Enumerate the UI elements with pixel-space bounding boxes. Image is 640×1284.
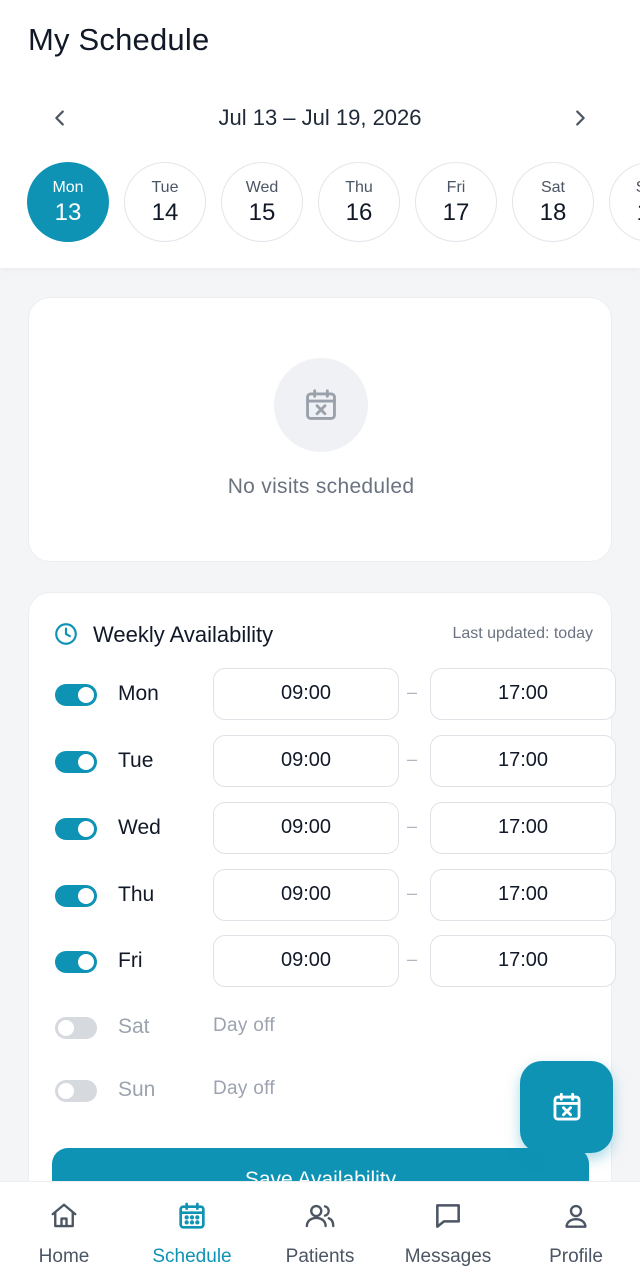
day-pill-number: 15	[248, 199, 276, 226]
availability-toggle-wed[interactable]	[55, 818, 97, 840]
availability-day-label: Thu	[118, 883, 155, 906]
availability-toggle-mon[interactable]	[55, 684, 97, 706]
availability-row-fri: Fri 09:00 – 17:00	[55, 935, 616, 987]
start-time-field-mon[interactable]: 09:00	[213, 668, 399, 720]
availability-toggle-thu[interactable]	[55, 885, 97, 907]
calendar-x-icon	[553, 1092, 580, 1121]
day-pill-number: 16	[345, 199, 373, 226]
nav-label: Messages	[404, 1246, 492, 1267]
day-pill-mon[interactable]: Mon 13	[27, 162, 109, 242]
end-time-field-wed[interactable]: 17:00	[430, 802, 616, 854]
visits-empty-card: No visits scheduled	[28, 297, 612, 562]
start-time-field-tue[interactable]: 09:00	[213, 735, 399, 787]
day-pill-thu[interactable]: Thu 16	[318, 162, 400, 242]
nav-messages[interactable]: Messages	[384, 1198, 512, 1268]
nav-profile[interactable]: Profile	[512, 1198, 640, 1268]
profile-icon	[565, 1204, 587, 1228]
availability-day-label: Sun	[118, 1078, 156, 1101]
end-time-field-thu[interactable]: 17:00	[430, 869, 616, 921]
start-time-field-fri[interactable]: 09:00	[213, 935, 399, 987]
bottom-navigation: Home Schedule Patients Messages Profile	[0, 1181, 640, 1284]
day-pill-name: Mon	[52, 179, 84, 196]
toggle-knob	[78, 687, 94, 703]
start-time-field-thu[interactable]: 09:00	[213, 869, 399, 921]
day-pill-name: Wed	[245, 179, 279, 196]
nav-schedule[interactable]: Schedule	[128, 1198, 256, 1268]
week-range-label: Jul 13 – Jul 19, 2026	[218, 105, 422, 130]
toggle-knob	[78, 821, 94, 837]
nav-home[interactable]: Home	[0, 1198, 128, 1268]
availability-toggle-tue[interactable]	[55, 751, 97, 773]
time-separator: –	[407, 816, 418, 836]
day-pill-tue[interactable]: Tue 14	[124, 162, 206, 242]
time-separator: –	[407, 883, 418, 903]
availability-row-wed: Wed 09:00 – 17:00	[55, 802, 616, 854]
last-updated-label: Last updated: today	[452, 625, 593, 642]
availability-day-label: Sat	[118, 1015, 150, 1038]
availability-row-sat: Sat Day off	[55, 1001, 595, 1053]
users-icon	[305, 1204, 335, 1228]
toggle-knob	[78, 888, 94, 904]
day-pill-number: 18	[539, 199, 567, 226]
nav-label: Patients	[285, 1246, 355, 1267]
availability-row-tue: Tue 09:00 – 17:00	[55, 735, 616, 787]
day-off-label: Day off	[213, 1015, 275, 1036]
day-pill-name: Thu	[345, 179, 373, 196]
toggle-knob	[58, 1020, 74, 1036]
availability-header: Weekly Availability Last updated: today	[53, 621, 593, 649]
availability-toggle-fri[interactable]	[55, 951, 97, 973]
page-title: My Schedule	[28, 22, 210, 57]
availability-row-thu: Thu 09:00 – 17:00	[55, 869, 616, 921]
day-pill-sat[interactable]: Sat 18	[512, 162, 594, 242]
availability-day-label: Fri	[118, 949, 143, 972]
nav-label: Home	[38, 1246, 90, 1267]
end-time-field-mon[interactable]: 17:00	[430, 668, 616, 720]
schedule-fab-button[interactable]	[520, 1061, 613, 1153]
time-separator: –	[407, 682, 418, 702]
availability-row-sun: Sun Day off	[55, 1064, 595, 1116]
calendar-x-icon	[306, 389, 336, 420]
day-pill-wed[interactable]: Wed 15	[221, 162, 303, 242]
day-pill-sun[interactable]: Sun 19	[609, 162, 640, 242]
availability-toggle-sat[interactable]	[55, 1017, 97, 1039]
day-pill-name: Sat	[540, 179, 565, 196]
day-pill-number: 13	[54, 199, 82, 226]
toggle-knob	[58, 1083, 74, 1099]
availability-day-label: Wed	[118, 816, 161, 839]
home-icon	[51, 1203, 77, 1228]
start-time-field-wed[interactable]: 09:00	[213, 802, 399, 854]
message-icon	[436, 1204, 460, 1228]
day-pill-number: 19	[610, 199, 640, 227]
time-separator: –	[407, 949, 418, 969]
nav-label: Schedule	[152, 1246, 232, 1267]
day-pill-name: Fri	[446, 179, 466, 196]
availability-row-mon: Mon 09:00 – 17:00	[55, 668, 616, 720]
clock-icon	[55, 623, 77, 645]
availability-toggle-sun[interactable]	[55, 1080, 97, 1102]
day-pill-name: Tue	[151, 179, 179, 196]
empty-state-message: No visits scheduled	[227, 475, 415, 498]
day-pill-number: 17	[442, 199, 470, 226]
toggle-knob	[78, 954, 94, 970]
day-selector: Mon 13 Tue 14 Wed 15 Thu 16 Fri 17 Sat 1…	[27, 162, 640, 244]
empty-state-icon-circle	[274, 358, 368, 452]
end-time-field-tue[interactable]: 17:00	[430, 735, 616, 787]
day-pill-number: 14	[151, 199, 179, 226]
calendar-icon	[179, 1202, 205, 1229]
time-separator: –	[407, 749, 418, 769]
availability-day-label: Tue	[118, 749, 154, 772]
toggle-knob	[78, 754, 94, 770]
nav-patients[interactable]: Patients	[256, 1198, 384, 1268]
availability-title: Weekly Availability	[93, 622, 274, 647]
day-off-label: Day off	[213, 1078, 275, 1099]
end-time-field-fri[interactable]: 17:00	[430, 935, 616, 987]
schedule-header: My Schedule Jul 13 – Jul 19, 2026 Mon 13…	[0, 0, 640, 268]
next-week-button[interactable]	[562, 100, 598, 136]
day-pill-name: Sun	[610, 179, 640, 197]
chevron-right-icon	[576, 110, 585, 126]
availability-day-label: Mon	[118, 682, 159, 705]
nav-label: Profile	[549, 1246, 603, 1267]
week-navigator: Jul 13 – Jul 19, 2026	[0, 96, 640, 140]
day-pill-fri[interactable]: Fri 17	[415, 162, 497, 242]
